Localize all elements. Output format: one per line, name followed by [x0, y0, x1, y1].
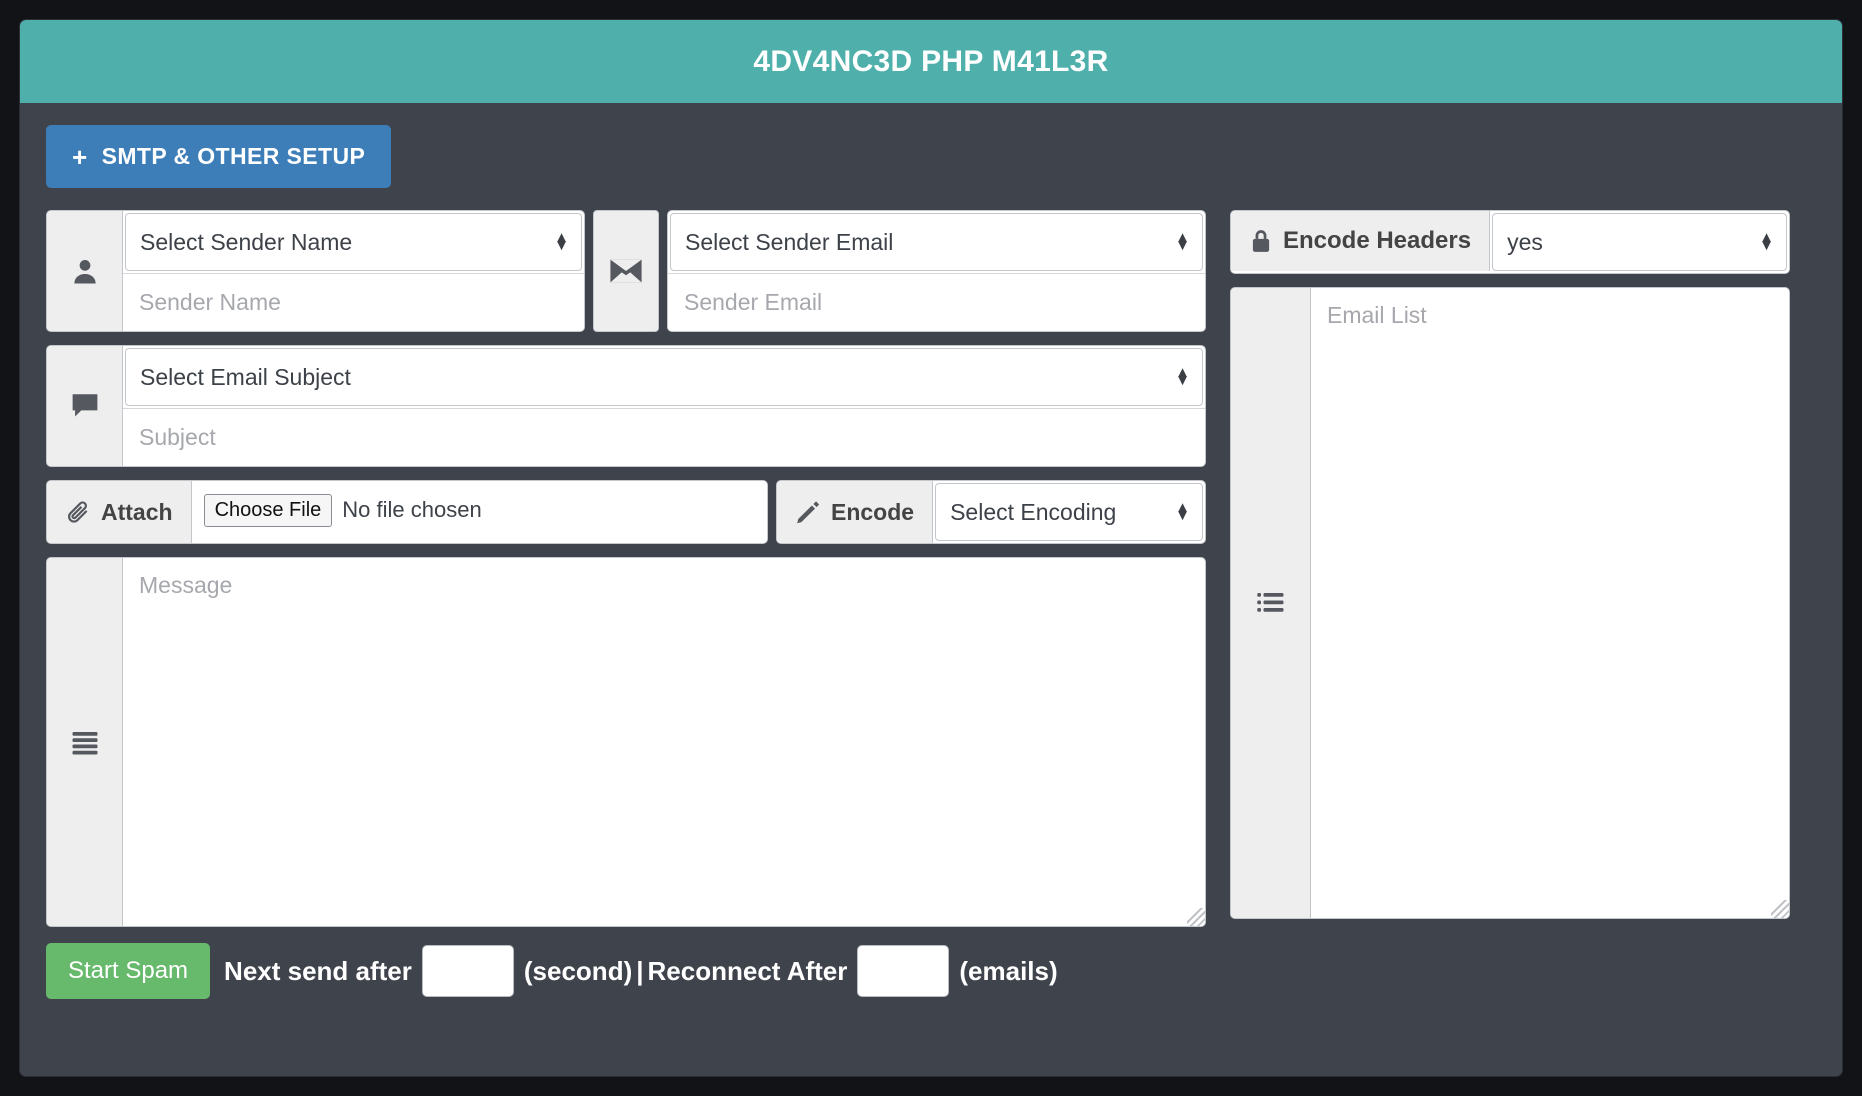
reconnect-after-label: Reconnect After — [647, 955, 848, 986]
subject-select[interactable]: Select Email Subject ▲ ▼ — [125, 348, 1203, 406]
sender-name-select-value: Select Sender Name — [140, 228, 353, 255]
encode-headers-group: Encode Headers yes ▲ ▼ — [1230, 210, 1790, 274]
subject-select-value: Select Email Subject — [140, 363, 351, 390]
left-column: Select Sender Name ▲ ▼ Sender Name Selec… — [46, 210, 1206, 927]
next-send-label: Next send after — [224, 955, 412, 986]
encode-group: Encode Select Encoding ▲ ▼ — [776, 480, 1206, 544]
subject-group: Select Email Subject ▲ ▼ — [46, 345, 1206, 467]
attach-encode-row: Attach Choose File No file chosen Encode… — [46, 480, 1206, 544]
encoding-select[interactable]: Select Encoding ▲ ▼ — [935, 483, 1203, 541]
sender-email-fields: Select Sender Email ▲ ▼ — [668, 211, 1205, 331]
sender-name-fields: Select Sender Name ▲ ▼ — [123, 211, 584, 331]
encode-headers-select[interactable]: yes ▲ ▼ — [1492, 213, 1787, 271]
email-list-group — [1230, 287, 1790, 919]
sender-row: Select Sender Name ▲ ▼ Sender Name Selec… — [46, 210, 1206, 332]
chevron-updown-icon: ▲ ▼ — [1175, 228, 1190, 254]
sender-email-select-value: Select Sender Email — [685, 228, 894, 255]
file-status-text: No file chosen — [342, 497, 482, 522]
message-group — [46, 557, 1206, 927]
sender-name-input[interactable] — [123, 273, 584, 331]
app-window: 4DV4NC3D PHP M41L3R + SMTP & OTHER SETUP — [20, 20, 1842, 1076]
smtp-setup-label: SMTP & OTHER SETUP — [101, 143, 366, 169]
page-title: 4DV4NC3D PHP M41L3R — [20, 20, 1842, 103]
chevron-updown-icon: ▲ ▼ — [1759, 228, 1774, 254]
attach-label: Attach — [101, 498, 173, 525]
sender-name-select[interactable]: Select Sender Name ▲ ▼ — [125, 213, 582, 271]
encode-headers-label-addon: Encode Headers — [1231, 211, 1491, 271]
chevron-updown-icon: ▲ ▼ — [554, 228, 569, 254]
email-list-textarea[interactable] — [1311, 288, 1789, 918]
encoding-select-value: Select Encoding — [950, 498, 1117, 525]
next-send-input[interactable] — [421, 945, 514, 997]
message-textarea[interactable] — [123, 558, 1205, 926]
file-input-area[interactable]: Choose File No file chosen — [191, 481, 767, 539]
sender-email-select[interactable]: Select Sender Email ▲ ▼ — [670, 213, 1203, 271]
emails-label: (emails) — [959, 955, 1058, 986]
main-body: + SMTP & OTHER SETUP Select Sender Name … — [20, 103, 1842, 999]
chevron-updown-icon: ▲ ▼ — [1175, 363, 1190, 389]
lock-icon — [1249, 228, 1273, 254]
encode-label-addon: Encode — [777, 481, 934, 543]
envelope-icon — [593, 210, 659, 332]
list-icon — [1231, 288, 1311, 918]
user-icon — [47, 211, 123, 331]
attach-label-addon: Attach — [47, 481, 192, 543]
subject-input[interactable] — [123, 408, 1205, 466]
start-spam-button[interactable]: Start Spam — [46, 943, 211, 999]
pencil-icon — [795, 499, 821, 525]
sender-email-group: Select Sender Email ▲ ▼ — [667, 210, 1206, 332]
two-column-layout: Select Sender Name ▲ ▼ Sender Name Selec… — [46, 210, 1816, 927]
encode-headers-value: yes — [1507, 228, 1543, 255]
reconnect-after-input[interactable] — [857, 945, 950, 997]
second-label: (second) — [523, 955, 633, 986]
bar-separator: | — [636, 955, 644, 986]
attach-group: Attach Choose File No file chosen — [46, 480, 768, 544]
align-justify-icon — [47, 558, 123, 926]
comment-icon — [47, 346, 123, 466]
chevron-updown-icon: ▲ ▼ — [1175, 498, 1190, 524]
subject-fields: Select Email Subject ▲ ▼ — [123, 346, 1205, 466]
sender-email-input[interactable] — [668, 273, 1205, 331]
paperclip-icon — [65, 499, 91, 525]
right-column: Encode Headers yes ▲ ▼ — [1230, 210, 1790, 919]
choose-file-button[interactable]: Choose File — [203, 493, 333, 527]
plus-icon: + — [72, 141, 88, 172]
encode-headers-label: Encode Headers — [1283, 227, 1472, 254]
sender-name-group: Select Sender Name ▲ ▼ — [46, 210, 585, 332]
encode-label: Encode — [831, 498, 915, 525]
bottom-control-bar: Start Spam Next send after (second) | Re… — [46, 943, 1816, 999]
smtp-other-setup-button[interactable]: + SMTP & OTHER SETUP — [46, 125, 392, 188]
